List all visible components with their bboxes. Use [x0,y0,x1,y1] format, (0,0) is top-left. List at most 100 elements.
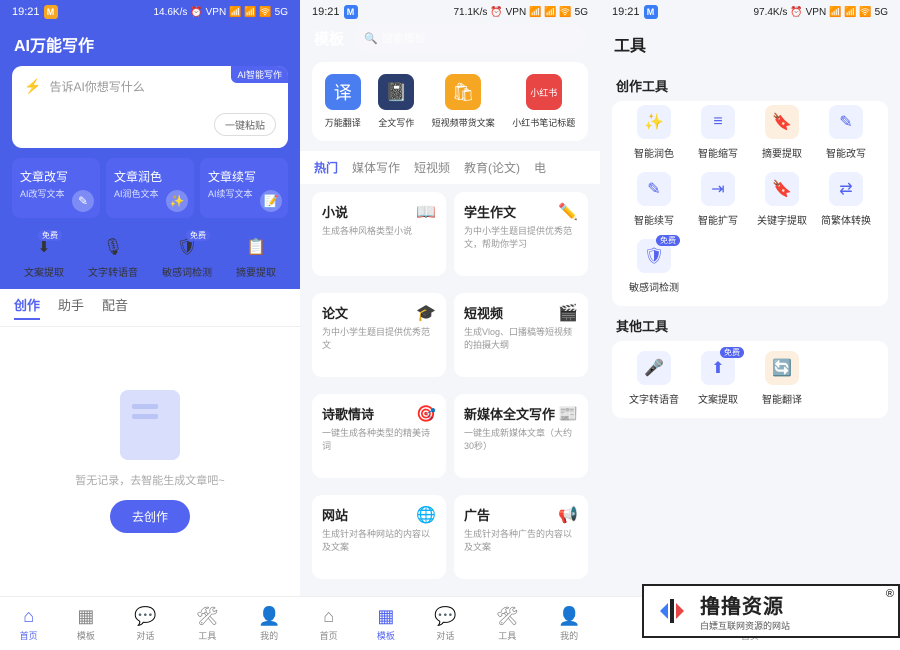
nav-tools[interactable]: 🛠工具 [496,606,519,642]
cat-hot[interactable]: 热门 [314,159,338,176]
nav-profile[interactable]: 👤我的 [258,606,280,642]
translate-icon: 🔄 [765,351,799,385]
grad-icon: 🎓 [416,303,436,323]
m-badge-icon: M [644,5,658,19]
page-title: AI万能写作 [0,24,300,66]
tool-convert[interactable]: ⇄简繁体转换 [818,172,874,227]
nav-template[interactable]: ▦模板 [377,606,395,642]
status-bar: 19:21M 71.1K/s⏰ VPN 📶 📶 🛜 5G [300,0,600,24]
nav-home[interactable]: ⌂首页 [20,606,38,642]
tool-extract[interactable]: 免费⬆文案提取 [690,351,746,406]
feature-translate[interactable]: 译万能翻译 [325,74,361,129]
bottom-nav: ⌂首页 ▦模板 💬对话 🛠工具 👤我的 [300,596,600,650]
card-poem[interactable]: 诗歌情诗一键生成各种类型的精美诗词🎯 [312,394,446,478]
cat-edu[interactable]: 教育(论文) [464,159,520,176]
search-icon: 🔍 [364,32,378,45]
nav-chat[interactable]: 💬对话 [434,606,456,642]
tool-polish[interactable]: ✨智能润色 [626,105,682,160]
nav-template[interactable]: ▦模板 [77,606,95,642]
card-shortvid[interactable]: 短视频生成Vlog、口播稿等短视频的拍摄大纲🎬 [454,293,588,377]
bottom-nav: ⌂首页 ▦模板 💬对话 🛠工具 👤我的 [0,596,300,650]
wand-icon: ⚡ [24,78,41,95]
nav-chat[interactable]: 💬对话 [134,606,156,642]
notebook-icon: 📓 [378,74,414,110]
feature-xhs[interactable]: 小红书小红书笔记标题 [512,74,575,129]
wand-icon: ✨ [166,190,188,212]
cat-video[interactable]: 短视频 [414,159,450,176]
tool-expand[interactable]: ⇥智能扩写 [690,172,746,227]
tool-sensitive[interactable]: 免费🛡敏感词检测 [626,239,682,294]
edit-icon: ✎ [829,105,863,139]
search-input[interactable]: 🔍搜索模板 [354,24,586,52]
tool-shrink[interactable]: ≡智能缩写 [690,105,746,160]
lines-icon: ≡ [701,105,735,139]
doc-icon: 📝 [260,190,282,212]
feature-fullwrite[interactable]: 📓全文写作 [378,74,414,129]
tab-assistant[interactable]: 助手 [58,295,84,320]
pencil-icon: ✏️ [558,202,578,222]
action-polish[interactable]: 文章润色AI润色文本✨ [106,158,194,218]
edit-icon: ✎ [72,190,94,212]
card-website[interactable]: 网站生成针对各种网站的内容以及文案🌐 [312,495,446,579]
card-novel[interactable]: 小说生成各种风格类型小说📖 [312,192,446,276]
card-essay[interactable]: 学生作文为中小学生题目提供优秀范文，帮助你学习✏️ [454,192,588,276]
action-continue[interactable]: 文章续写AI续写文本📝 [200,158,288,218]
globe-icon: 🌐 [416,505,436,525]
phone-3-tools: 19:21M 97.4K/s⏰ VPN 📶 📶 🛜 5G 工具 创作工具 ✨智能… [600,0,900,650]
paste-button[interactable]: 一键粘贴 [214,113,276,136]
tool-sensitive[interactable]: 免费🛡敏感词检测 [162,234,212,279]
bookmark-icon: 🔖 [765,105,799,139]
feature-shortvideo[interactable]: 🛍短视频带货文案 [432,74,495,129]
cat-commerce[interactable]: 电 [534,159,546,176]
home-icon: ⌂ [23,606,34,627]
empty-text: 暂无记录，去智能生成文章吧~ [75,472,224,488]
tool-keyword[interactable]: 🔖关键字提取 [754,172,810,227]
prompt-placeholder: 告诉AI你想写什么 [49,78,144,95]
nav-tools[interactable]: 🛠工具 [196,606,219,642]
template-icon: ▦ [77,606,94,627]
watermark-banner: 撸撸资源白嫖互联网资源的网站 ® [642,584,900,638]
clapper-icon: 🎬 [558,303,578,323]
status-bar: 19:21M 97.4K/s⏰ VPN 📶 📶 🛜 5G [600,0,900,24]
swap-icon: ⇄ [829,172,863,206]
card-thesis[interactable]: 论文为中小学生题目提供优秀范文🎓 [312,293,446,377]
home-icon: ⌂ [323,606,334,627]
sparkle-icon: ✨ [637,105,671,139]
action-cards: 文章改写AI改写文本✎ 文章润色AI润色文本✨ 文章续写AI续写文本📝 [0,158,300,228]
xhs-icon: 小红书 [526,74,562,110]
tool-continue[interactable]: ✎智能续写 [626,172,682,227]
pen-icon: ✎ [637,172,671,206]
page-title: 模板 [314,28,344,49]
nav-profile[interactable]: 👤我的 [558,606,580,642]
card-newmedia[interactable]: 新媒体全文写作一键生成新媒体文章（大约30秒）📰 [454,394,588,478]
bag-icon: 🛍 [445,74,481,110]
tools-icon: 🛠 [196,606,219,627]
tool-row: 免费⬇文案提取 🎙文字转语音 免费🛡敏感词检测 📋摘要提取 [0,228,300,289]
prompt-card[interactable]: AI智能写作 ⚡ 告诉AI你想写什么 一键粘贴 [12,66,288,148]
tool-rewrite[interactable]: ✎智能改写 [818,105,874,160]
mic-icon: 🎤 [637,351,671,385]
m-badge-icon: M [344,5,358,19]
watermark-logo-icon [652,591,692,631]
action-rewrite[interactable]: 文章改写AI改写文本✎ [12,158,100,218]
tool-translate[interactable]: 🔄智能翻译 [754,351,810,406]
category-tabs: 热门 媒体写作 短视频 教育(论文) 电 [300,151,600,184]
tab-create[interactable]: 创作 [14,295,40,320]
other-tools-grid: 🎤文字转语音 免费⬆文案提取 🔄智能翻译 [612,341,888,418]
tool-summary[interactable]: 🔖摘要提取 [754,105,810,160]
tool-extract[interactable]: 免费⬇文案提取 [24,234,64,279]
tab-dubbing[interactable]: 配音 [102,295,128,320]
tool-tts[interactable]: 🎤文字转语音 [626,351,682,406]
section-create: 创作工具 [600,66,900,101]
tool-summary[interactable]: 📋摘要提取 [236,234,276,279]
create-button[interactable]: 去创作 [110,500,190,533]
empty-doc-icon [120,390,180,460]
expand-icon: ⇥ [701,172,735,206]
tools-icon: 🛠 [496,606,519,627]
book-icon: 📖 [416,202,436,222]
cat-media[interactable]: 媒体写作 [352,159,400,176]
card-ad[interactable]: 广告生成针对各种广告的内容以及文案📢 [454,495,588,579]
tool-tts[interactable]: 🎙文字转语音 [88,234,138,279]
empty-state: 暂无记录，去智能生成文章吧~ 去创作 [0,327,300,596]
nav-home[interactable]: ⌂首页 [320,606,338,642]
